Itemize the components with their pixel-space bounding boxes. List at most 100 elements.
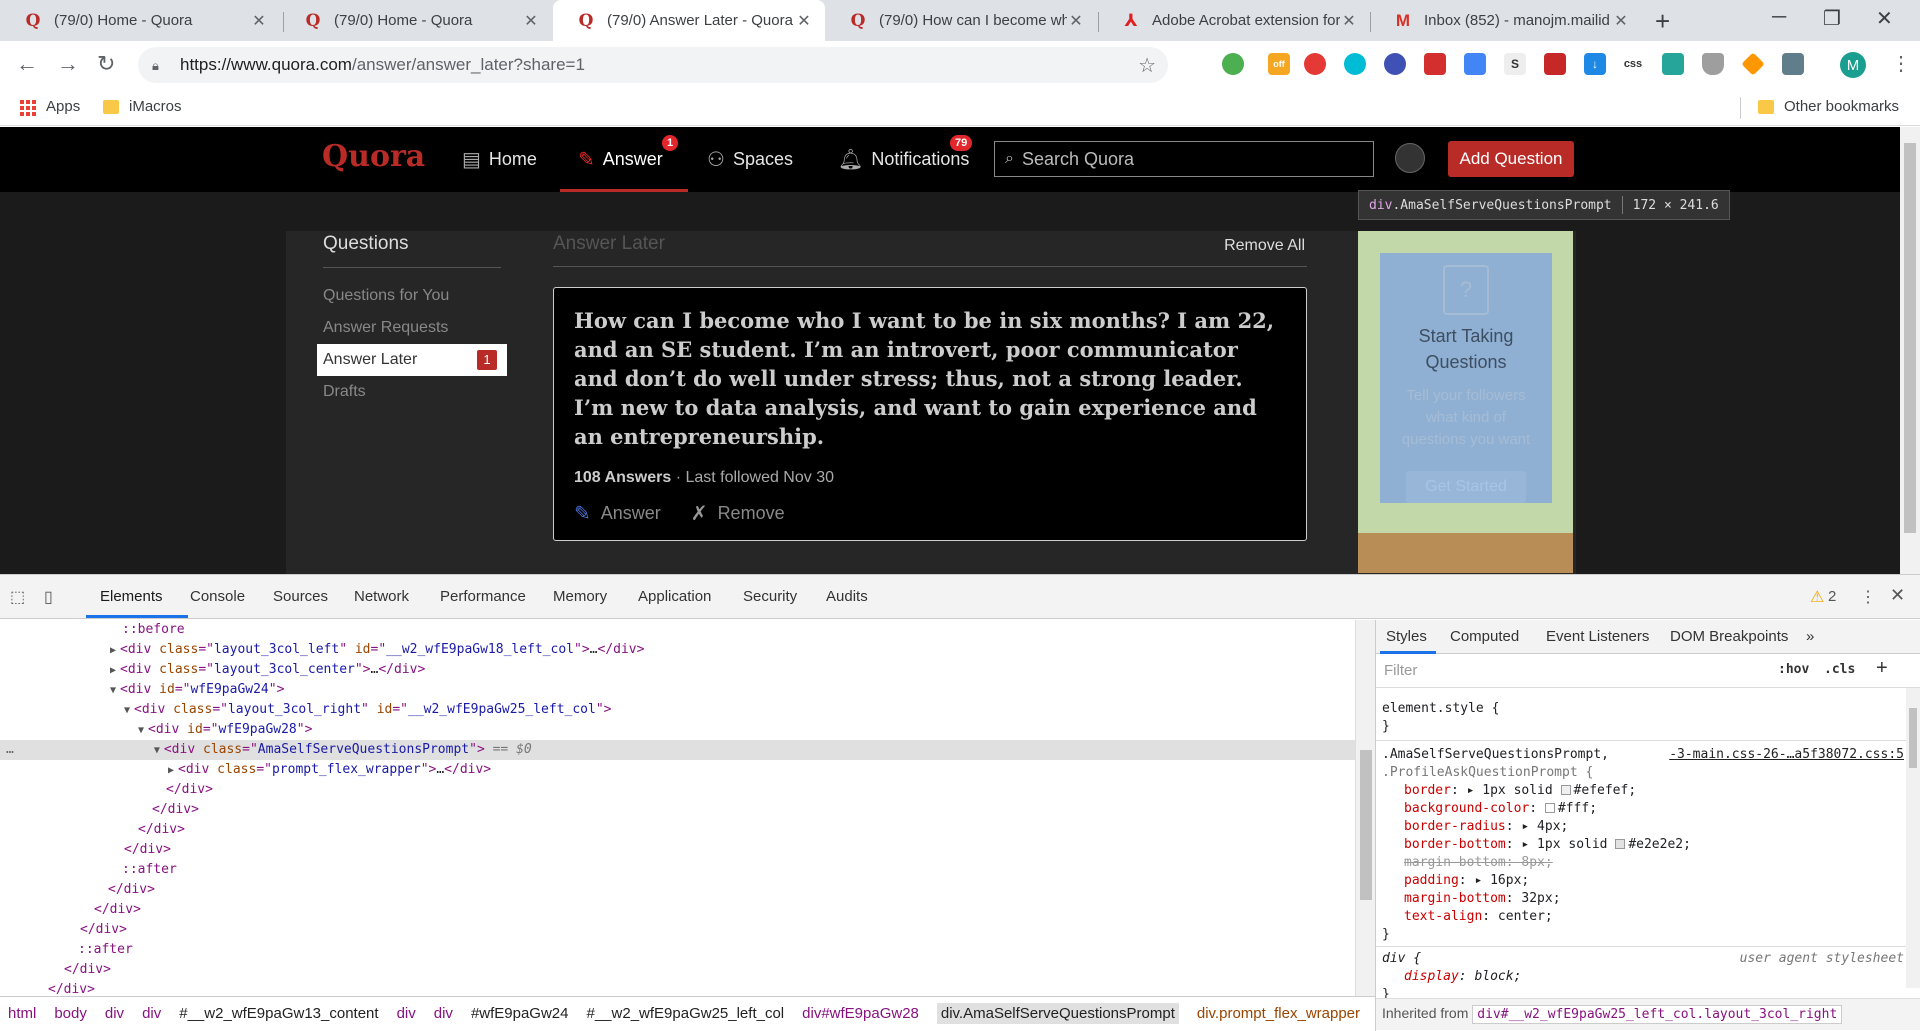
close-icon[interactable]: ✕	[1612, 11, 1630, 31]
tab-network[interactable]: Network	[354, 588, 409, 605]
tab-console[interactable]: Console	[190, 588, 245, 605]
bookmark-apps[interactable]: Apps	[20, 98, 80, 116]
browser-tab[interactable]: Q (79/0) How can I become wh ✕	[825, 0, 1097, 41]
browser-tab-active[interactable]: Q (79/0) Answer Later - Quora ✕	[553, 0, 825, 41]
tab-event-listeners[interactable]: Event Listeners	[1546, 628, 1649, 645]
dom-node[interactable]: </div>	[152, 800, 199, 820]
element-style-rule[interactable]: element.style { }	[1382, 700, 1912, 736]
bookmark-star-icon[interactable]: ☆	[1138, 53, 1156, 78]
back-icon[interactable]: ←	[16, 51, 38, 77]
close-icon[interactable]: ✕	[250, 11, 268, 31]
breadcrumb-item[interactable]: html	[8, 1005, 36, 1022]
tab-dom-breakpoints[interactable]: DOM Breakpoints	[1670, 628, 1788, 645]
breadcrumb-item[interactable]: body	[54, 1005, 87, 1022]
forward-icon[interactable]: →	[57, 51, 79, 77]
browser-tab[interactable]: Q (79/0) Home - Quora ✕	[0, 0, 280, 41]
css-rule[interactable]: .AmaSelfServeQuestionsPrompt, -3-main.css…	[1382, 746, 1912, 944]
nav-home[interactable]: ▤ Home	[462, 147, 537, 172]
extension-css-icon[interactable]: css	[1622, 53, 1644, 75]
sidebar-item-questions-for-you[interactable]: Questions for You	[323, 280, 503, 312]
new-rule-icon[interactable]: +	[1876, 657, 1888, 680]
dom-node[interactable]: </div>	[124, 840, 171, 860]
dom-node[interactable]: </div>	[108, 880, 155, 900]
scrollbar-thumb[interactable]	[1904, 143, 1916, 533]
breadcrumb-item[interactable]: div	[105, 1005, 124, 1022]
breadcrumb-item[interactable]: div	[142, 1005, 161, 1022]
styles-scrollbar[interactable]	[1906, 688, 1920, 988]
breadcrumb-item[interactable]: div.prompt_flex_wrapper	[1197, 1005, 1360, 1022]
tab-audits[interactable]: Audits	[826, 588, 868, 605]
sidebar-item-answer-requests[interactable]: Answer Requests	[323, 312, 503, 344]
extension-book-icon[interactable]	[1424, 53, 1446, 75]
breadcrumb-item[interactable]: #__w2_wfE9paGw25_left_col	[587, 1005, 785, 1022]
dom-node-selected[interactable]: … ▼ <div class="AmaSelfServeQuestionsPromp…	[0, 740, 1355, 760]
get-started-button[interactable]: Get Started	[1406, 471, 1526, 503]
extension-shield-icon[interactable]	[1702, 53, 1724, 75]
tab-sources[interactable]: Sources	[273, 588, 328, 605]
dom-node[interactable]: ▶ <div class="layout_3col_left" id="__w2_…	[110, 640, 644, 660]
answer-button[interactable]: ✎ Answer	[574, 501, 661, 526]
browser-tab[interactable]: M Inbox (852) - manojm.mailid ✕	[1370, 0, 1642, 41]
tab-performance[interactable]: Performance	[440, 588, 526, 605]
minimize-icon[interactable]: ─	[1772, 6, 1786, 29]
breadcrumb-item[interactable]: div#wfE9paGw28	[802, 1005, 919, 1022]
dom-node[interactable]: ▶ <div class="layout_3col_center">…</div>	[110, 660, 425, 680]
close-icon[interactable]: ✕	[1067, 11, 1085, 31]
dom-node[interactable]: ▼ <div class="layout_3col_right" id="__w2…	[124, 700, 612, 720]
breadcrumb-item[interactable]: div	[434, 1005, 453, 1022]
sidebar-item-answer-later[interactable]: Answer Later 1	[317, 344, 507, 376]
extension-gear-icon[interactable]	[1344, 53, 1366, 75]
scrollbar-thumb[interactable]	[1360, 750, 1372, 900]
extension-stamp-icon[interactable]	[1662, 53, 1684, 75]
close-icon[interactable]: ✕	[795, 11, 813, 31]
dom-node[interactable]: ▶ <div class="prompt_flex_wrapper">…</div…	[168, 760, 491, 780]
more-vert-icon[interactable]: ⋮	[1891, 51, 1911, 76]
address-bar[interactable]: 🔒︎ https://www.quora.com/answer/answer_l…	[138, 47, 1168, 83]
breadcrumb-item[interactable]: #wfE9paGw24	[471, 1005, 569, 1022]
tab-styles[interactable]: Styles	[1386, 628, 1427, 645]
dom-node[interactable]: </div>	[94, 900, 141, 920]
bookmark-other[interactable]: Other bookmarks	[1758, 98, 1899, 115]
close-icon[interactable]: ✕	[1340, 11, 1358, 31]
tab-computed[interactable]: Computed	[1450, 628, 1519, 645]
dom-node[interactable]: </div>	[138, 820, 185, 840]
breadcrumb-item-selected[interactable]: div.AmaSelfServeQuestionsPrompt	[936, 1003, 1179, 1024]
warning-icon[interactable]: ⚠	[1810, 587, 1824, 607]
answer-count[interactable]: 108 Answers	[574, 469, 671, 486]
nav-notifications[interactable]: 🔔︎ Notifications	[838, 147, 969, 172]
window-close-icon[interactable]: ✕	[1876, 6, 1893, 31]
dom-node[interactable]: ::after	[122, 860, 177, 880]
dom-node[interactable]: </div>	[48, 980, 95, 996]
rule-source-link[interactable]: -3-main.css-26-…a5f38072.css:5	[1669, 746, 1904, 764]
extension-s-icon[interactable]: S	[1504, 53, 1526, 75]
tab-elements[interactable]: Elements	[100, 588, 163, 605]
dom-node[interactable]: </div>	[80, 920, 127, 940]
dom-node[interactable]: ▼ <div id="wfE9paGw28">	[138, 720, 312, 740]
extension-diamond-icon[interactable]	[1741, 52, 1765, 76]
extension-square-icon[interactable]	[1544, 53, 1566, 75]
user-avatar[interactable]	[1395, 143, 1425, 173]
device-toggle-icon[interactable]: ▯	[44, 587, 53, 607]
question-title[interactable]: How can I become who I want to be in six…	[574, 306, 1286, 451]
nav-answer[interactable]: ✎ Answer	[578, 147, 663, 172]
breadcrumb-item[interactable]: #__w2_wfE9paGw13_content	[179, 1005, 378, 1022]
inherited-selector[interactable]: div#__w2_wfE9paGw25_left_col.layout_3col…	[1472, 1005, 1843, 1024]
elements-tree[interactable]: ::before ▶ <div class="layout_3col_left" …	[0, 620, 1355, 996]
extension-translate-icon[interactable]	[1464, 53, 1486, 75]
extension-earth-icon[interactable]	[1384, 53, 1406, 75]
new-tab-button[interactable]: +	[1655, 6, 1670, 37]
quora-logo[interactable]: Quora	[322, 139, 425, 174]
devtools-menu-icon[interactable]: ⋮	[1860, 587, 1876, 607]
bookmark-imacros[interactable]: iMacros	[103, 98, 182, 115]
extension-block-icon[interactable]	[1304, 53, 1326, 75]
devtools-close-icon[interactable]: ✕	[1890, 585, 1905, 606]
extension-screen-icon[interactable]	[1782, 53, 1804, 75]
dom-node[interactable]: </div>	[64, 960, 111, 980]
reload-icon[interactable]: ↻	[97, 51, 115, 77]
page-scrollbar[interactable]	[1900, 127, 1920, 574]
close-icon[interactable]: ✕	[522, 11, 540, 31]
dom-node[interactable]: </div>	[166, 780, 213, 800]
extension-download-icon[interactable]: ↓	[1584, 53, 1606, 75]
breadcrumb-item[interactable]: div	[397, 1005, 416, 1022]
remove-all-link[interactable]: Remove All	[1224, 237, 1305, 255]
